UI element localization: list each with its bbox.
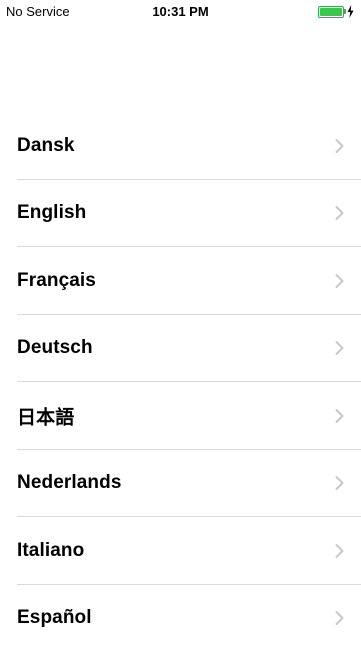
language-item-italiano[interactable]: Italiano [0,517,361,585]
language-label: Nederlands [17,472,121,494]
chevron-right-icon [335,611,344,626]
chevron-right-icon [335,206,344,221]
language-item-francais[interactable]: Français [0,247,361,315]
language-label: Deutsch [17,337,93,359]
chevron-right-icon [335,476,344,491]
language-item-english[interactable]: English [0,180,361,248]
language-label: Français [17,270,96,292]
battery-icon [318,5,354,19]
language-item-deutsch[interactable]: Deutsch [0,315,361,383]
chevron-right-icon [335,543,344,558]
language-label: Italiano [17,540,84,562]
chevron-right-icon [335,273,344,288]
language-label: English [17,202,86,224]
chevron-right-icon [335,138,344,153]
chevron-right-icon [335,408,344,423]
language-item-espanol[interactable]: Español [0,585,361,652]
language-list: Dansk English Français Deutsch 日本語 Neder… [0,112,361,652]
language-label: Español [17,607,92,629]
chevron-right-icon [335,341,344,356]
bolt-icon [347,5,354,18]
language-item-nederlands[interactable]: Nederlands [0,450,361,518]
clock-label: 10:31 PM [0,4,361,20]
language-item-dansk[interactable]: Dansk [0,112,361,180]
language-item-japanese[interactable]: 日本語 [0,382,361,450]
status-bar: No Service 10:31 PM [0,0,361,24]
language-label: 日本語 [17,402,74,429]
language-label: Dansk [17,135,75,157]
